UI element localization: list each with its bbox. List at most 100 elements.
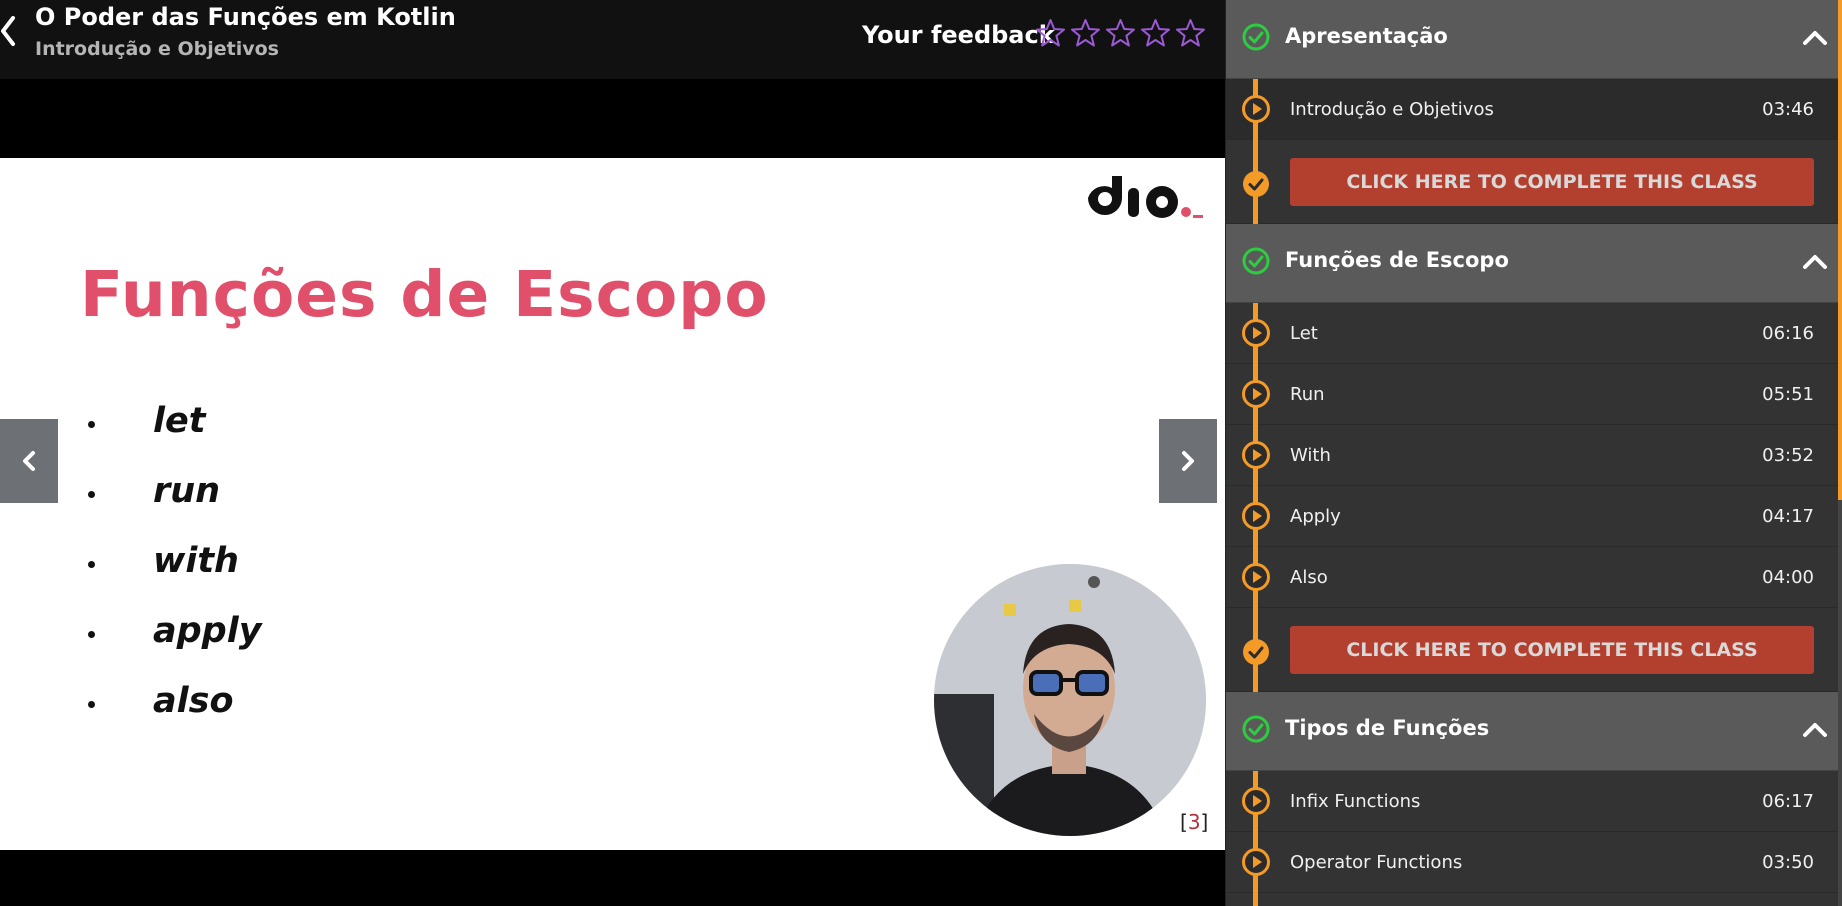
next-lesson-button[interactable] <box>1159 419 1217 503</box>
lesson-play-marker <box>1241 847 1271 877</box>
lesson-name: Introdução e Objetivos <box>1290 99 1494 120</box>
lesson-name: Let <box>1290 323 1318 344</box>
bullet-text: run <box>153 471 221 511</box>
lesson-duration: 03:50 <box>1762 852 1814 873</box>
lesson-play-marker <box>1241 440 1271 470</box>
section-title: Apresentação <box>1285 24 1448 48</box>
bullet-text: with <box>153 541 239 581</box>
lesson-play-marker <box>1241 786 1271 816</box>
play-circle-icon <box>1242 380 1270 408</box>
chevron-up-icon[interactable] <box>1802 250 1828 272</box>
lesson-item[interactable]: Run 05:51 <box>1226 364 1842 425</box>
bullet-dot <box>88 700 95 708</box>
play-circle-icon <box>1242 848 1270 876</box>
section-header[interactable]: Tipos de Funções <box>1226 692 1842 771</box>
bullet-text: apply <box>153 611 262 651</box>
bullet-dot <box>88 560 95 568</box>
lesson-duration: 05:51 <box>1762 384 1814 405</box>
course-outline-sidebar: Apresentação Introdução e Objetivos 03:46 C… <box>1225 0 1842 906</box>
lesson-complete-marker <box>1241 637 1271 667</box>
play-circle-icon <box>1242 319 1270 347</box>
lesson-timeline-line <box>1253 303 1258 692</box>
lesson-item[interactable]: Operator Functions 03:50 <box>1226 832 1842 893</box>
complete-class-row: CLICK HERE TO COMPLETE THIS CLASS <box>1226 608 1842 692</box>
slide-page-number: [3] <box>1180 810 1209 834</box>
player-area: O Poder das Funções em Kotlin Introdução… <box>0 0 1225 906</box>
star-icon[interactable] <box>1071 18 1100 48</box>
lesson-duration: 03:46 <box>1762 99 1814 120</box>
complete-check-icon <box>1243 171 1269 197</box>
check-circle-icon <box>1242 23 1270 51</box>
course-title: O Poder das Funções em Kotlin <box>35 3 456 31</box>
play-circle-icon <box>1242 441 1270 469</box>
slide-title: Funções de Escopo <box>80 258 769 331</box>
section-header[interactable]: Funções de Escopo <box>1226 224 1842 303</box>
star-icon[interactable] <box>1176 18 1205 48</box>
play-circle-icon <box>1242 787 1270 815</box>
lesson-item[interactable]: Apply 04:17 <box>1226 486 1842 547</box>
complete-check-icon <box>1243 639 1269 665</box>
star-icon[interactable] <box>1106 18 1135 48</box>
slide-bullet-item: with <box>88 526 262 596</box>
star-icon[interactable] <box>1036 18 1065 48</box>
instructor-webcam <box>934 564 1206 836</box>
bullet-text: let <box>153 401 206 441</box>
lesson-name: Apply <box>1290 506 1341 527</box>
bullet-dot <box>88 420 95 428</box>
lesson-item[interactable]: Introdução e Objetivos 03:46 <box>1226 79 1842 140</box>
lesson-name: Operator Functions <box>1290 852 1463 873</box>
play-circle-icon <box>1242 502 1270 530</box>
slide-bullet-list: let run with apply also <box>88 386 262 736</box>
lesson-complete-marker <box>1241 169 1271 199</box>
previous-lesson-button[interactable] <box>0 419 58 503</box>
lesson-play-marker <box>1241 501 1271 531</box>
back-arrow-icon[interactable] <box>0 14 16 48</box>
slide-bullet-item: apply <box>88 596 262 666</box>
lesson-name: Run <box>1290 384 1325 405</box>
rating-stars <box>1036 18 1205 48</box>
lesson-duration: 04:00 <box>1762 567 1814 588</box>
complete-class-button[interactable]: CLICK HERE TO COMPLETE THIS CLASS <box>1290 158 1814 206</box>
lesson-duration: 06:17 <box>1762 791 1814 812</box>
lesson-duration: 06:16 <box>1762 323 1814 344</box>
sidebar-scrollbar-thumb[interactable] <box>1838 0 1842 500</box>
course-header: O Poder das Funções em Kotlin Introdução… <box>0 0 1225 79</box>
lesson-play-marker <box>1241 318 1271 348</box>
play-circle-icon <box>1242 563 1270 591</box>
slide-bullet-item: run <box>88 456 262 526</box>
bullet-dot <box>88 630 95 638</box>
lesson-name: Also <box>1290 567 1328 588</box>
lesson-play-marker <box>1241 94 1271 124</box>
lesson-item[interactable]: Infix Functions 06:17 <box>1226 771 1842 832</box>
lesson-play-marker <box>1241 379 1271 409</box>
chevron-up-icon[interactable] <box>1802 718 1828 740</box>
complete-class-button[interactable]: CLICK HERE TO COMPLETE THIS CLASS <box>1290 626 1814 674</box>
section-title: Tipos de Funções <box>1285 716 1490 740</box>
chevron-left-icon <box>23 451 35 471</box>
section-header[interactable]: Apresentação <box>1226 0 1842 79</box>
lesson-item[interactable]: Also 04:00 <box>1226 547 1842 608</box>
check-circle-icon <box>1242 715 1270 743</box>
chevron-up-icon[interactable] <box>1802 26 1828 48</box>
complete-class-row: CLICK HERE TO COMPLETE THIS CLASS <box>1226 140 1842 224</box>
section-title: Funções de Escopo <box>1285 248 1509 272</box>
bullet-dot <box>88 490 95 498</box>
check-circle-icon <box>1242 247 1270 275</box>
lesson-play-marker <box>1241 562 1271 592</box>
dio-logo <box>1088 176 1203 218</box>
lesson-duration: 03:52 <box>1762 445 1814 466</box>
bullet-text: also <box>153 681 234 721</box>
lesson-name: With <box>1290 445 1331 466</box>
lesson-item[interactable]: With 03:52 <box>1226 425 1842 486</box>
lesson-duration: 04:17 <box>1762 506 1814 527</box>
play-circle-icon <box>1242 95 1270 123</box>
lesson-subtitle: Introdução e Objetivos <box>35 38 279 60</box>
feedback-label: Your feedback <box>862 21 1055 49</box>
lesson-slide: Funções de Escopo let run with apply also [3… <box>0 158 1225 850</box>
lesson-item[interactable]: Let 06:16 <box>1226 303 1842 364</box>
lesson-name: Infix Functions <box>1290 791 1421 812</box>
slide-bullet-item: let <box>88 386 262 456</box>
star-icon[interactable] <box>1141 18 1170 48</box>
slide-bullet-item: also <box>88 666 262 736</box>
chevron-right-icon <box>1182 451 1194 471</box>
